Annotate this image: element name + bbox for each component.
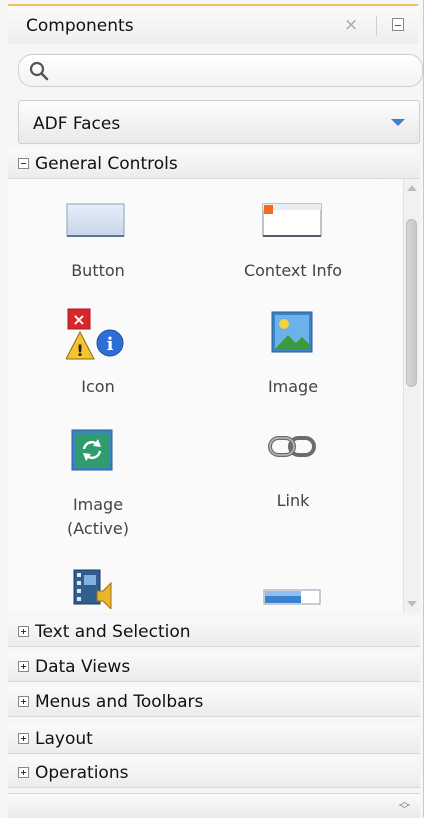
- expand-icon[interactable]: [18, 661, 29, 672]
- component-progress[interactable]: [218, 569, 368, 613]
- collapse-icon[interactable]: [18, 158, 29, 169]
- image-icon: [271, 311, 313, 353]
- section-label: Text and Selection: [35, 622, 191, 642]
- component-label: Image: [267, 377, 319, 396]
- components-panel: Components × ADF Faces General Controls …: [0, 0, 424, 818]
- panel-title-bar: Components ×: [8, 4, 418, 44]
- component-label: (Active): [67, 519, 129, 538]
- svg-text:×: ×: [72, 310, 85, 329]
- component-icon[interactable]: × ! i Icon: [38, 297, 158, 407]
- component-context-info[interactable]: Context Info: [218, 179, 368, 289]
- chevron-down-icon[interactable]: [391, 119, 405, 126]
- scroll-thumb[interactable]: [406, 219, 417, 387]
- component-image[interactable]: Image: [218, 297, 368, 407]
- panel-footer: ︿ ﹀: [8, 793, 420, 818]
- panel-title: Components: [26, 16, 134, 36]
- component-label: Link: [276, 491, 310, 510]
- media-icon: [73, 569, 112, 609]
- svg-text:!: !: [76, 341, 83, 360]
- component-label: Context Info: [243, 261, 343, 280]
- expand-icon[interactable]: [18, 696, 29, 707]
- section-label: Layout: [35, 729, 93, 749]
- scroll-up-icon[interactable]: [407, 185, 417, 191]
- link-icon: [268, 436, 316, 457]
- context-info-icon: [262, 203, 322, 237]
- component-label: Image: [72, 495, 124, 514]
- palette-scrollbar[interactable]: [403, 179, 420, 613]
- section-text-and-selection[interactable]: Text and Selection: [8, 617, 420, 647]
- component-media[interactable]: [38, 569, 158, 613]
- svg-text:i: i: [107, 334, 114, 355]
- search-field[interactable]: [18, 54, 423, 87]
- section-data-views[interactable]: Data Views: [8, 652, 420, 682]
- library-dropdown[interactable]: ADF Faces: [18, 100, 420, 144]
- section-label: Data Views: [35, 657, 131, 677]
- section-label: General Controls: [35, 154, 178, 174]
- expand-icon[interactable]: [18, 733, 29, 744]
- image-active-icon: [71, 429, 113, 471]
- section-general-controls[interactable]: General Controls: [8, 149, 420, 179]
- section-menus-and-toolbars[interactable]: Menus and Toolbars: [8, 687, 420, 717]
- expand-panel-icon[interactable]: ︿ ﹀: [399, 796, 410, 815]
- search-input[interactable]: [55, 59, 399, 85]
- progress-indicator-icon: [263, 589, 321, 605]
- close-icon[interactable]: ×: [344, 15, 358, 35]
- button-component-icon: [66, 203, 125, 237]
- section-operations[interactable]: Operations: [8, 758, 420, 788]
- title-separator: [376, 16, 377, 36]
- component-image-active[interactable]: Image (Active): [38, 415, 158, 545]
- component-label: Icon: [81, 377, 115, 396]
- library-selected-label: ADF Faces: [33, 114, 121, 134]
- section-label: Operations: [35, 763, 129, 783]
- section-label: Menus and Toolbars: [35, 692, 204, 712]
- component-button[interactable]: Button: [38, 179, 158, 289]
- minimize-icon[interactable]: [392, 18, 404, 31]
- search-icon: [29, 61, 49, 81]
- section-layout[interactable]: Layout: [8, 724, 420, 754]
- icon-component-icon: × ! i: [66, 308, 124, 360]
- scroll-down-icon[interactable]: [407, 601, 417, 607]
- component-link[interactable]: Link: [218, 415, 368, 545]
- component-palette: Button Context Info × ! i Icon Image Ima…: [8, 179, 403, 613]
- component-label: Button: [71, 261, 125, 280]
- expand-icon[interactable]: [18, 626, 29, 637]
- expand-icon[interactable]: [18, 767, 29, 778]
